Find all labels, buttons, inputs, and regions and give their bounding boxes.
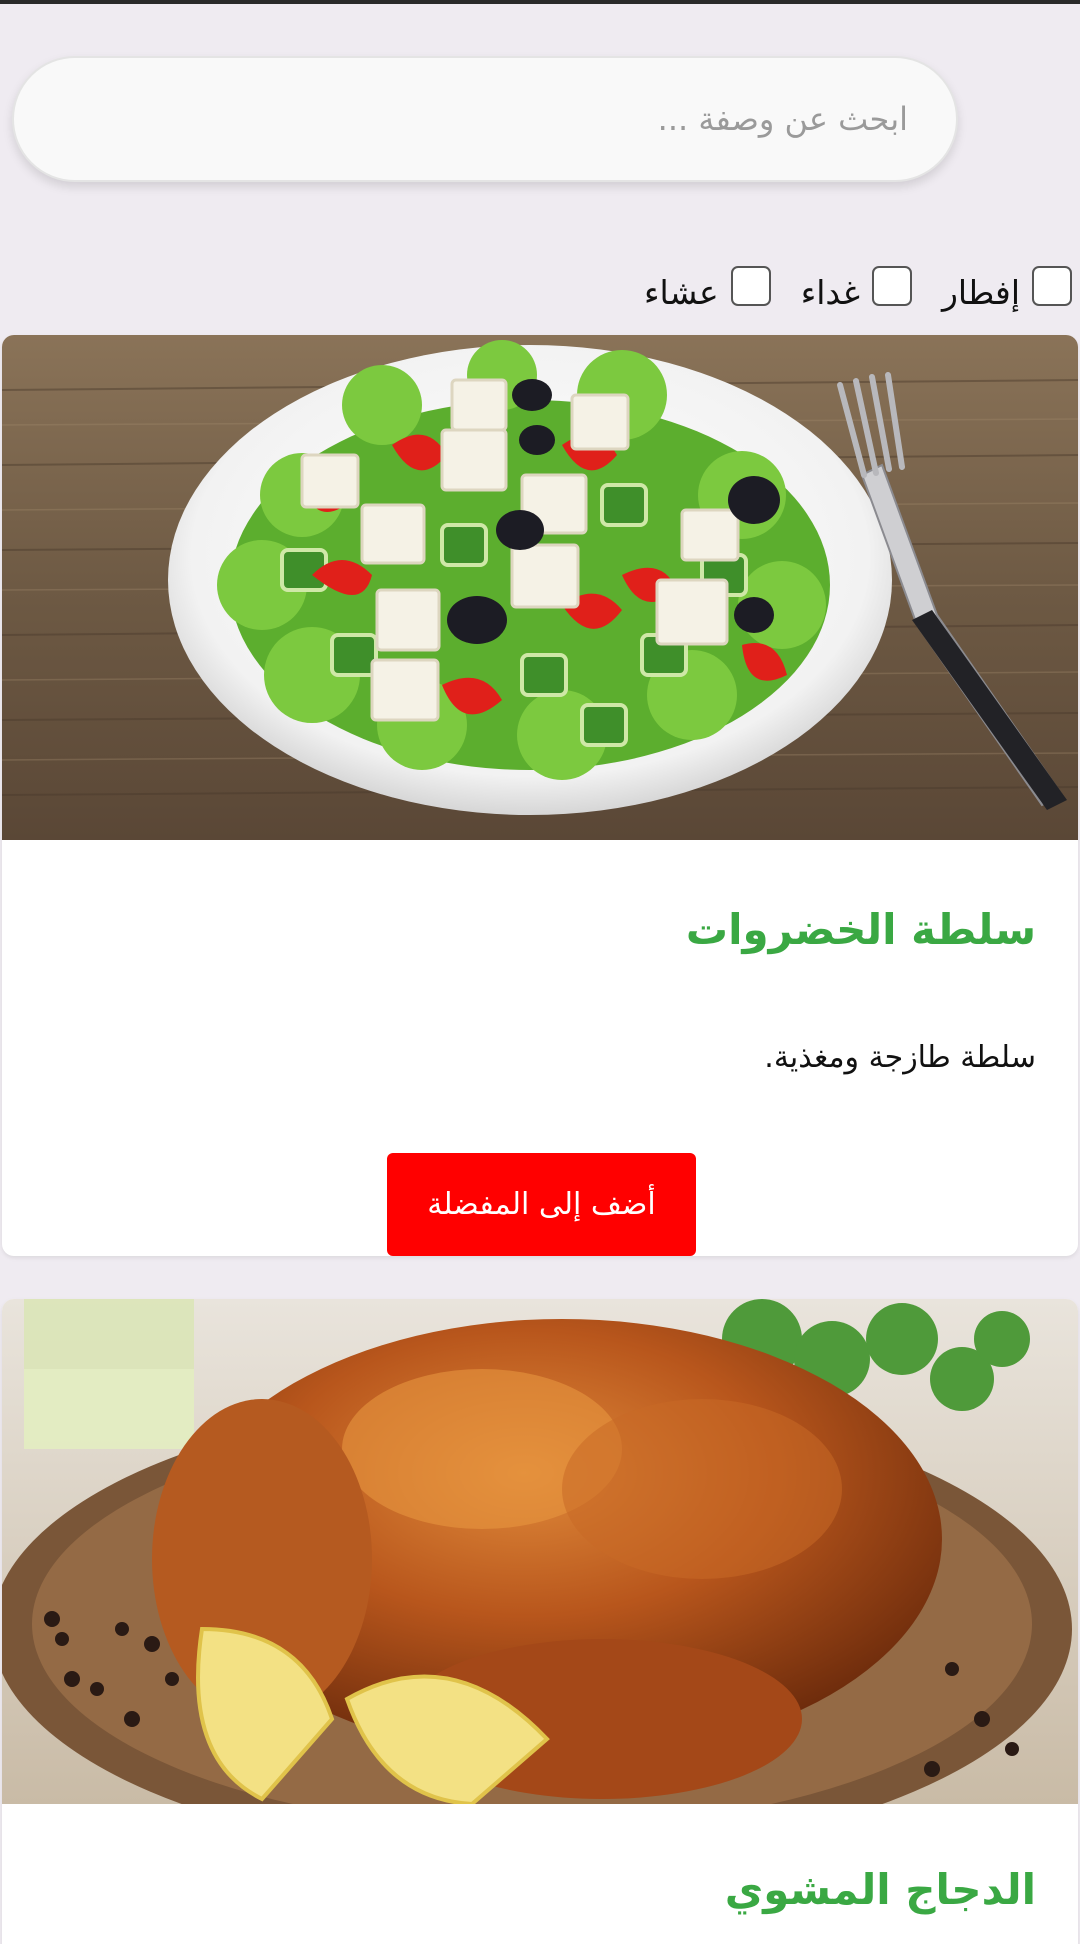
lunch-checkbox[interactable] xyxy=(871,265,912,306)
recipe-card: الدجاج المشوي xyxy=(2,1299,1078,1944)
greek-salad-illustration xyxy=(2,335,1078,840)
filter-breakfast[interactable]: إفطار xyxy=(942,262,1072,309)
filter-label: غداء xyxy=(800,273,860,312)
greek-salad-photo xyxy=(2,335,1078,840)
filter-label: إفطار xyxy=(941,273,1020,312)
status-bar-edge xyxy=(0,0,1080,4)
roast-chicken-illustration xyxy=(2,1299,1078,1804)
recipe-description: سلطة طازجة ومغذية. xyxy=(764,1040,1036,1075)
filter-label: عشاء xyxy=(644,273,719,312)
meal-filters: إفطار غداء عشاء xyxy=(614,262,1072,309)
search-input[interactable] xyxy=(14,58,956,180)
roast-chicken-photo xyxy=(2,1299,1078,1804)
filter-lunch[interactable]: غداء xyxy=(801,262,912,309)
search-box[interactable] xyxy=(12,56,958,182)
add-to-favorites-button[interactable]: أضف إلى المفضلة xyxy=(387,1153,696,1256)
dinner-checkbox[interactable] xyxy=(730,265,771,306)
filter-dinner[interactable]: عشاء xyxy=(644,262,771,309)
recipe-card: سلطة الخضروات سلطة طازجة ومغذية. أضف إلى… xyxy=(2,335,1078,1256)
breakfast-checkbox[interactable] xyxy=(1032,265,1072,306)
recipe-title: الدجاج المشوي xyxy=(724,1865,1036,1914)
recipe-title: سلطة الخضروات xyxy=(685,905,1036,954)
